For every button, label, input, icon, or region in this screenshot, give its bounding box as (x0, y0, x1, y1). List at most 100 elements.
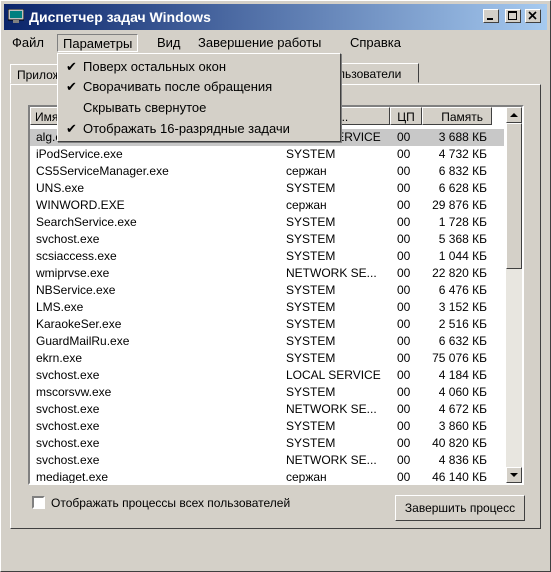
process-memory: 4 672 КБ (438, 402, 487, 416)
process-name: svchost.exe (36, 453, 100, 467)
process-memory: 6 832 КБ (438, 164, 487, 178)
process-cpu: 00 (397, 232, 411, 246)
scroll-thumb[interactable] (506, 123, 522, 269)
process-user: SYSTEM (286, 385, 336, 399)
menu-option-minimize-on-use[interactable]: ✔ Сворачивать после обращения (60, 77, 338, 97)
process-memory: 46 140 КБ (432, 470, 487, 484)
table-row[interactable]: SearchService.exe SYSTEM 00 1 728 КБ (30, 214, 504, 231)
process-memory: 3 152 КБ (438, 300, 487, 314)
process-memory: 2 516 КБ (438, 317, 487, 331)
process-memory: 3 688 КБ (438, 130, 487, 144)
table-row[interactable]: GuardMailRu.exe SYSTEM 00 6 632 КБ (30, 333, 504, 350)
maximize-icon (508, 11, 517, 20)
minimize-button[interactable] (483, 9, 499, 23)
menu-option-always-on-top[interactable]: ✔ Поверх остальных окон (60, 57, 338, 77)
process-memory: 6 476 КБ (438, 283, 487, 297)
table-row[interactable]: NBService.exe SYSTEM 00 6 476 КБ (30, 282, 504, 299)
table-row[interactable]: svchost.exe NETWORK SE... 00 4 836 КБ (30, 452, 504, 469)
process-memory: 6 632 КБ (438, 334, 487, 348)
menu-help[interactable]: Справка (345, 34, 406, 52)
table-row[interactable]: ekrn.exe SYSTEM 00 75 076 КБ (30, 350, 504, 367)
process-user: NETWORK SE... (286, 453, 377, 467)
menu-shutdown[interactable]: Завершение работы (193, 34, 326, 52)
column-header-memory[interactable]: Память (422, 107, 492, 125)
process-user: SYSTEM (286, 317, 336, 331)
process-memory: 75 076 КБ (432, 351, 487, 365)
menu-option-show-16bit-tasks[interactable]: ✔ Отображать 16-разрядные задачи (60, 119, 338, 139)
process-memory: 1 728 КБ (438, 215, 487, 229)
process-memory: 6 628 КБ (438, 181, 487, 195)
process-list[interactable]: Имя Пользова... ЦП Память alg.exeLOCAL S… (28, 105, 524, 485)
table-row[interactable]: svchost.exe SYSTEM 00 40 820 КБ (30, 435, 504, 452)
scroll-up-button[interactable] (506, 107, 522, 123)
process-cpu: 00 (397, 351, 411, 365)
process-cpu: 00 (397, 215, 411, 229)
process-name: mscorsvw.exe (36, 385, 112, 399)
menu-file[interactable]: Файл (7, 34, 49, 52)
process-user: сержан (286, 164, 327, 178)
tab-users[interactable]: льзователи (333, 63, 419, 83)
menu-options[interactable]: Параметры (57, 34, 139, 52)
table-row[interactable]: iPodService.exe SYSTEM 00 4 732 КБ (30, 146, 504, 163)
process-cpu: 00 (397, 334, 411, 348)
arrow-up-icon (510, 113, 518, 117)
table-row[interactable]: svchost.exe LOCAL SERVICE 00 4 184 КБ (30, 367, 504, 384)
process-cpu: 00 (397, 249, 411, 263)
process-name: mediaget.exe (36, 470, 109, 484)
process-name: svchost.exe (36, 436, 100, 450)
minimize-icon (487, 18, 493, 20)
app-icon (8, 9, 24, 23)
process-name: SearchService.exe (36, 215, 137, 229)
process-cpu: 00 (397, 283, 411, 297)
close-button[interactable] (525, 9, 541, 23)
process-cpu: 00 (397, 164, 411, 178)
process-name: GuardMailRu.exe (36, 334, 130, 348)
table-row[interactable]: svchost.exe SYSTEM 00 3 860 КБ (30, 418, 504, 435)
process-memory: 4 836 КБ (438, 453, 487, 467)
process-name: ekrn.exe (36, 351, 83, 365)
vertical-scrollbar[interactable] (506, 107, 522, 483)
process-name: svchost.exe (36, 402, 100, 416)
process-cpu: 00 (397, 419, 411, 433)
process-name: WINWORD.EXE (36, 198, 125, 212)
window-title: Диспетчер задач Windows (29, 9, 211, 25)
table-row[interactable]: LMS.exe SYSTEM 00 3 152 КБ (30, 299, 504, 316)
tab-applications[interactable]: Прилож (10, 64, 61, 84)
process-user: SYSTEM (286, 419, 336, 433)
process-cpu: 00 (397, 470, 411, 484)
process-cpu: 00 (397, 266, 411, 280)
process-name: wmiprvse.exe (36, 266, 110, 280)
process-name: UNS.exe (36, 181, 85, 195)
process-cpu: 00 (397, 300, 411, 314)
process-user: SYSTEM (286, 249, 336, 263)
scroll-down-button[interactable] (506, 467, 522, 483)
table-row[interactable]: KaraokeSer.exe SYSTEM 00 2 516 КБ (30, 316, 504, 333)
menu-option-hide-when-minimized[interactable]: Скрывать свернутое (60, 98, 338, 118)
options-dropdown-menu: ✔ Поверх остальных окон ✔ Сворачивать по… (57, 53, 341, 142)
table-row[interactable]: scsiaccess.exe SYSTEM 00 1 044 КБ (30, 248, 504, 265)
process-cpu: 00 (397, 436, 411, 450)
process-cpu: 00 (397, 385, 411, 399)
column-header-cpu[interactable]: ЦП (390, 107, 422, 125)
end-process-button[interactable]: Завершить процесс (395, 495, 525, 521)
title-bar[interactable]: Диспетчер задач Windows (4, 4, 547, 30)
check-icon: ✔ (66, 121, 77, 136)
close-icon (528, 11, 537, 20)
table-row[interactable]: mediaget.exe сержан 00 46 140 КБ (30, 469, 504, 484)
menu-view[interactable]: Вид (152, 34, 186, 52)
process-memory: 4 184 КБ (438, 368, 487, 382)
table-row[interactable]: UNS.exe SYSTEM 00 6 628 КБ (30, 180, 504, 197)
table-row[interactable]: svchost.exe SYSTEM 00 5 368 КБ (30, 231, 504, 248)
table-row[interactable]: mscorsvw.exe SYSTEM 00 4 060 КБ (30, 384, 504, 401)
maximize-button[interactable] (505, 9, 521, 23)
table-row[interactable]: WINWORD.EXE сержан 00 29 876 КБ (30, 197, 504, 214)
table-row[interactable]: wmiprvse.exe NETWORK SE... 00 22 820 КБ (30, 265, 504, 282)
process-user: сержан (286, 470, 327, 484)
show-all-users-checkbox[interactable] (32, 496, 45, 509)
show-all-users-label[interactable]: Отображать процессы всех пользователей (51, 496, 290, 510)
table-row[interactable]: svchost.exe NETWORK SE... 00 4 672 КБ (30, 401, 504, 418)
table-row[interactable]: CS5ServiceManager.exe сержан 00 6 832 КБ (30, 163, 504, 180)
process-user: SYSTEM (286, 436, 336, 450)
process-memory: 1 044 КБ (438, 249, 487, 263)
process-name: svchost.exe (36, 419, 100, 433)
